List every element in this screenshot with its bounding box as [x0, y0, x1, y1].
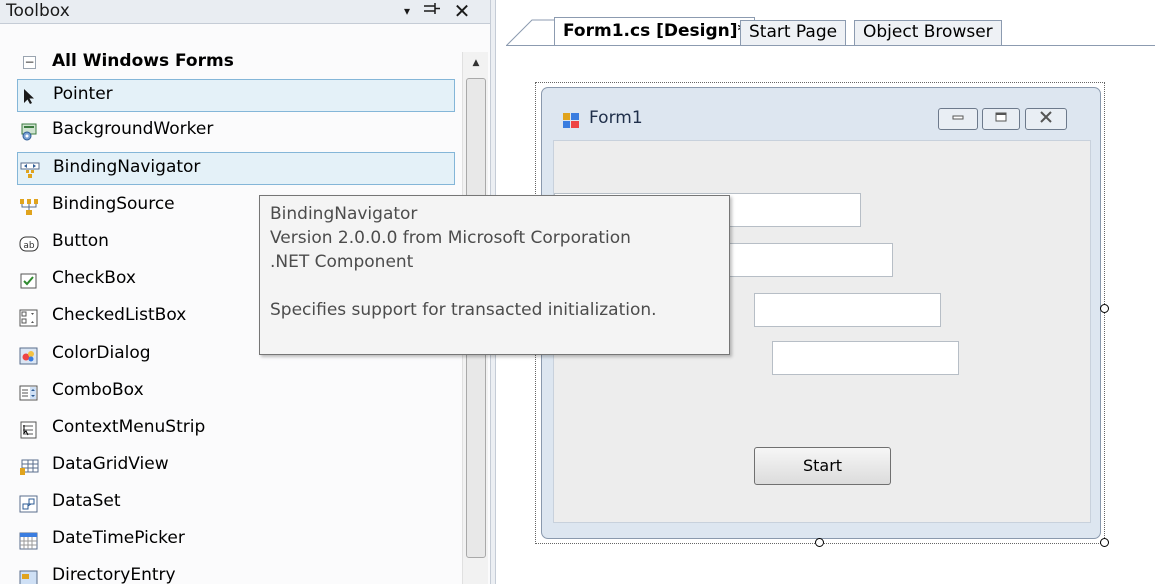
colordialog-icon [19, 347, 38, 365]
toolbox-item-label: DataSet [52, 491, 121, 511]
checkbox-icon [19, 272, 37, 289]
toolbox-item-label: BindingNavigator [53, 157, 201, 177]
tab-slant-decoration [506, 19, 556, 46]
toolbox-title: Toolbox [6, 1, 70, 21]
form-close-button[interactable] [1025, 108, 1067, 130]
combobox-icon [19, 384, 38, 401]
bindingsource-icon [19, 198, 38, 215]
scroll-up-arrow-icon[interactable]: ▲ [463, 52, 489, 74]
toolbox-item-tooltip: BindingNavigator Version 2.0.0.0 from Mi… [259, 195, 730, 355]
toolbox-item-label: DateTimePicker [52, 528, 185, 548]
toolbox-item-dataset[interactable]: DataSet [17, 487, 455, 520]
minimize-button[interactable] [938, 108, 978, 130]
form-title: Form1 [589, 108, 643, 128]
category-label: All Windows Forms [52, 51, 234, 71]
toolbox-item-label: BindingSource [52, 194, 175, 214]
toolbox-item-combobox[interactable]: ComboBox [17, 376, 455, 409]
tooltip-version: Version 2.0.0.0 from Microsoft Corporati… [270, 228, 631, 248]
datetimepicker-icon [19, 532, 38, 550]
dataset-icon [19, 495, 38, 513]
tab-form1-design[interactable]: Form1.cs [Design]* [554, 17, 756, 46]
toolbox-item-label: CheckBox [52, 268, 136, 288]
button-icon: ab [19, 235, 39, 252]
minimize-icon [952, 115, 964, 120]
window-position-dropdown-icon[interactable]: ▾ [396, 0, 418, 22]
svg-text:ab: ab [23, 241, 35, 251]
start-button[interactable]: Start [754, 447, 891, 485]
resize-handle-corner[interactable] [1100, 538, 1109, 547]
maximize-icon [995, 112, 1007, 122]
directoryentry-icon [19, 569, 38, 584]
bindingnavigator-icon [20, 161, 40, 178]
textbox-4[interactable] [772, 341, 959, 375]
auto-hide-pin-icon[interactable] [421, 0, 443, 22]
tab-object-browser[interactable]: Object Browser [854, 20, 1002, 46]
toolbox-item-label: Button [52, 231, 109, 251]
document-tab-strip: Form1.cs [Design]* Start Page Object Bro… [496, 0, 1155, 46]
toolbox-item-contextmenustrip[interactable]: ContextMenuStrip [17, 413, 455, 446]
toolbox-item-backgroundworker[interactable]: BackgroundWorker [17, 115, 455, 148]
checkedlistbox-icon [19, 309, 38, 327]
collapse-toggle-icon[interactable]: − [23, 56, 36, 69]
maximize-button[interactable] [982, 108, 1020, 130]
toolbox-item-bindingnavigator[interactable]: BindingNavigator [17, 152, 455, 185]
datagridview-icon [19, 458, 39, 475]
tooltip-component-name: BindingNavigator [270, 204, 418, 224]
toolbox-item-label: BackgroundWorker [52, 119, 214, 139]
category-all-windows-forms[interactable]: − All Windows Forms [17, 51, 455, 77]
tooltip-component-kind: .NET Component [270, 252, 414, 272]
toolbox-item-label: DataGridView [52, 454, 169, 474]
resize-handle-right[interactable] [1100, 304, 1109, 313]
close-icon [1040, 111, 1052, 123]
toolbox-item-datetimepicker[interactable]: DateTimePicker [17, 524, 455, 557]
toolbox-item-directoryentry[interactable]: DirectoryEntry [17, 561, 455, 584]
toolbox-item-label: ContextMenuStrip [52, 417, 206, 437]
close-icon[interactable]: ✕ [451, 0, 473, 22]
toolbox-title-bar: Toolbox ▾ ✕ [0, 0, 490, 24]
toolbox-item-label: ColorDialog [52, 343, 151, 363]
toolbox-item-label: CheckedListBox [52, 305, 187, 325]
toolbox-item-label: ComboBox [52, 380, 144, 400]
tooltip-description: Specifies support for transacted initial… [270, 300, 657, 320]
contextmenustrip-icon [19, 421, 37, 439]
textbox-3[interactable] [754, 293, 941, 327]
tab-strip-border [506, 45, 1155, 46]
toolbox-item-datagridview[interactable]: DataGridView [17, 450, 455, 483]
form-title-bar: Form1 [542, 88, 1100, 143]
form-icon [562, 112, 580, 129]
backgroundworker-icon [19, 123, 37, 141]
tab-start-page[interactable]: Start Page [740, 20, 847, 46]
toolbox-item-label: Pointer [53, 84, 113, 104]
pointer-icon [20, 88, 38, 105]
toolbox-item-pointer[interactable]: Pointer [17, 79, 455, 112]
toolbox-item-label: DirectoryEntry [52, 565, 176, 584]
resize-handle-bottom[interactable] [815, 538, 824, 547]
